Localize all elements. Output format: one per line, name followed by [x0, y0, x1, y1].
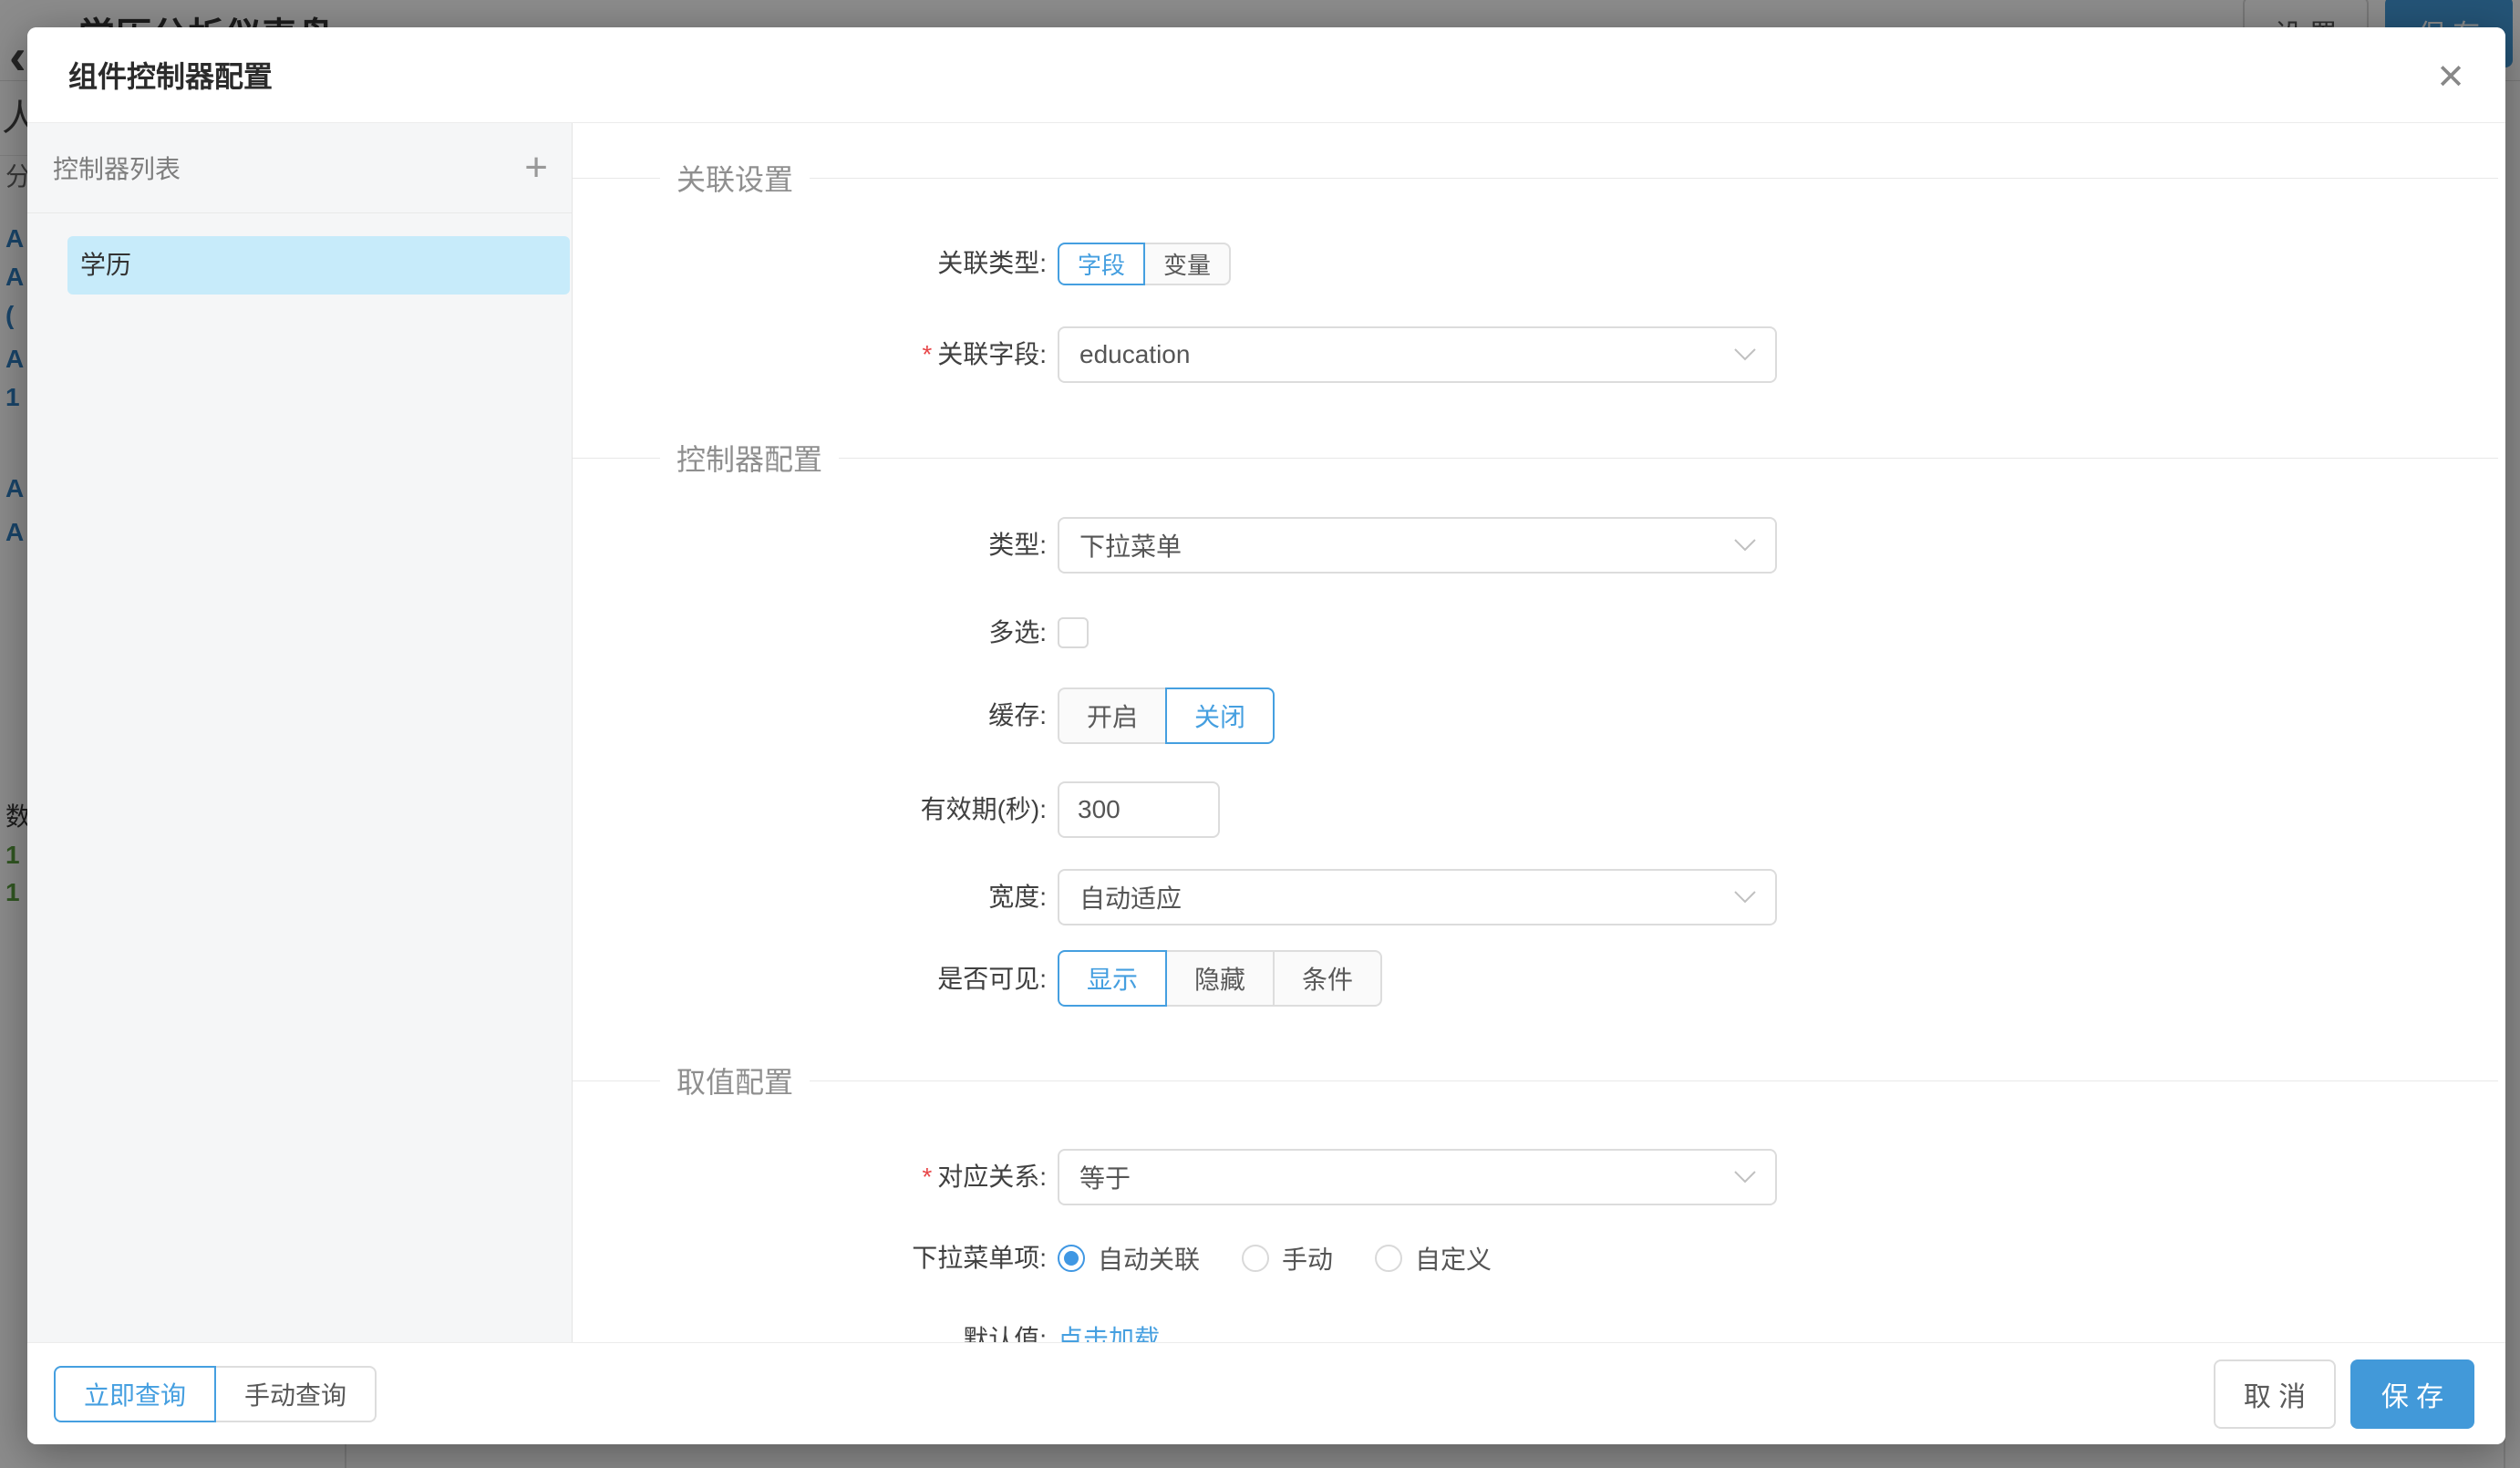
- relation-label: *对应关系:: [573, 1162, 1047, 1193]
- dialog-title: 组件控制器配置: [68, 54, 273, 96]
- menu-items-option-auto[interactable]: 自动关联: [1098, 1240, 1200, 1277]
- visibility-option-conditional[interactable]: 条件: [1273, 950, 1382, 1007]
- visibility-label: 是否可见:: [573, 964, 1047, 995]
- ttl-label: 有效期(秒):: [573, 794, 1047, 825]
- cache-option-on[interactable]: 开启: [1058, 687, 1167, 744]
- cache-label: 缓存:: [573, 700, 1047, 731]
- cache-option-off[interactable]: 关闭: [1165, 687, 1275, 744]
- type-label: 类型:: [573, 530, 1047, 561]
- menu-items-radio-group: 自动关联 手动 自定义: [1058, 1243, 1492, 1274]
- cache-toggle: 开启 关闭: [1058, 687, 1275, 744]
- menu-items-option-custom[interactable]: 自定义: [1415, 1240, 1492, 1277]
- width-select[interactable]: 自动适应: [1058, 869, 1777, 925]
- screen: ‹ 学历分析仪表盘 设 置 保 存 人 分 A A ( A 1 A A 数 1 …: [0, 0, 2520, 1468]
- assoc-type-toggle: 字段 变量: [1058, 243, 1231, 285]
- relation-value: 等于: [1079, 1159, 1131, 1195]
- required-mark: *: [922, 340, 932, 368]
- assoc-field-value: education: [1079, 340, 1190, 369]
- section-title-value: 取值配置: [573, 1063, 2498, 1098]
- chevron-down-icon: [1733, 538, 1757, 553]
- width-value: 自动适应: [1079, 879, 1182, 915]
- menu-items-option-manual[interactable]: 手动: [1282, 1240, 1333, 1277]
- controller-config-form: 关联设置 关联类型: 字段 变量 *关联字段: education 控制器配置 …: [573, 123, 2505, 1342]
- query-mode-toggle: 立即查询 手动查询: [54, 1366, 377, 1422]
- close-icon[interactable]: ✕: [2429, 55, 2473, 98]
- cancel-button[interactable]: 取 消: [2214, 1359, 2336, 1429]
- controller-list-panel: 控制器列表 + 学历: [27, 123, 573, 1342]
- dialog-body: 控制器列表 + 学历 关联设置 关联类型: 字段 变量 *关联字段: educa…: [27, 123, 2505, 1342]
- save-button[interactable]: 保 存: [2350, 1359, 2474, 1429]
- controller-list-item-selected[interactable]: 学历: [67, 236, 570, 295]
- multi-select-checkbox[interactable]: [1058, 617, 1089, 648]
- add-controller-icon[interactable]: +: [524, 148, 548, 188]
- chevron-down-icon: [1733, 1170, 1757, 1184]
- type-value: 下拉菜单: [1079, 527, 1182, 563]
- controller-list-title: 控制器列表: [53, 150, 181, 186]
- width-label: 宽度:: [573, 882, 1047, 913]
- radio-selected-icon[interactable]: [1058, 1245, 1085, 1272]
- relation-select[interactable]: 等于: [1058, 1149, 1777, 1205]
- default-value-load-link[interactable]: 点击加载: [1058, 1324, 1160, 1342]
- dialog-footer: 立即查询 手动查询 取 消 保 存: [27, 1342, 2505, 1444]
- visibility-option-show[interactable]: 显示: [1058, 950, 1167, 1007]
- controller-list-header: 控制器列表 +: [27, 123, 572, 213]
- section-title-association: 关联设置: [573, 160, 2498, 195]
- visibility-toggle: 显示 隐藏 条件: [1058, 950, 1382, 1007]
- assoc-type-option-field[interactable]: 字段: [1058, 243, 1145, 285]
- assoc-type-option-variable[interactable]: 变量: [1143, 243, 1231, 285]
- visibility-option-hide[interactable]: 隐藏: [1165, 950, 1275, 1007]
- radio-icon[interactable]: [1242, 1245, 1269, 1272]
- radio-icon[interactable]: [1375, 1245, 1402, 1272]
- assoc-type-label: 关联类型:: [573, 248, 1047, 279]
- ttl-input[interactable]: [1058, 781, 1220, 838]
- assoc-field-select[interactable]: education: [1058, 326, 1777, 383]
- multi-select-label: 多选:: [573, 617, 1047, 648]
- default-value-label: 默认值:: [573, 1324, 1047, 1342]
- chevron-down-icon: [1733, 890, 1757, 905]
- required-mark: *: [922, 1163, 932, 1191]
- assoc-field-label: *关联字段:: [573, 339, 1047, 370]
- section-title-controller: 控制器配置: [573, 440, 2498, 475]
- dialog-header: 组件控制器配置 ✕: [27, 27, 2505, 123]
- query-manual-button[interactable]: 手动查询: [214, 1366, 377, 1422]
- controller-config-dialog: 组件控制器配置 ✕ 控制器列表 + 学历 关联设置 关联类型: 字段 变量: [27, 27, 2505, 1444]
- query-now-button[interactable]: 立即查询: [54, 1366, 216, 1422]
- menu-items-label: 下拉菜单项:: [573, 1243, 1047, 1274]
- chevron-down-icon: [1733, 347, 1757, 362]
- type-select[interactable]: 下拉菜单: [1058, 517, 1777, 574]
